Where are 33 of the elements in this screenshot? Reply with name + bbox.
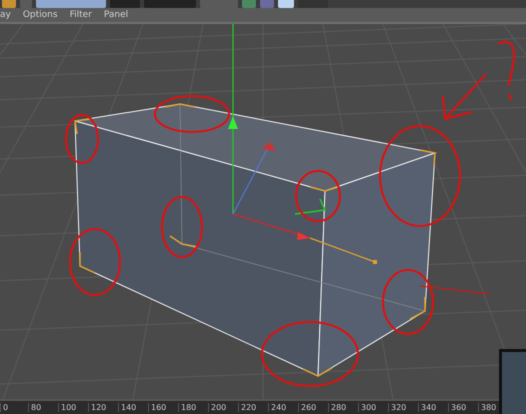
ruler-tick-label: 360	[448, 402, 478, 412]
ruler-tick-label: 0	[0, 402, 28, 412]
toolbar-icon[interactable]	[298, 0, 328, 8]
toolbar-icon[interactable]	[2, 0, 16, 8]
ruler-tick-label: 280	[328, 402, 358, 412]
ruler-tick-label: 180	[178, 402, 208, 412]
photo-placeholder	[499, 349, 526, 414]
ruler-tick-label: 300	[358, 402, 388, 412]
timeline-ruler[interactable]: 0 80 100 120 140 160 180 200 220 240 260 280 300 320 340 360 380	[0, 398, 499, 414]
menu-item[interactable]: ay	[0, 10, 11, 20]
toolbar-icon[interactable]	[278, 0, 294, 8]
ruler-tick-label: 140	[118, 402, 148, 412]
ruler-tick-label: 320	[388, 402, 418, 412]
menu-item[interactable]: Options	[22, 10, 58, 20]
toolbar-icon[interactable]	[110, 0, 140, 8]
toolbar-icon[interactable]	[36, 0, 106, 8]
ruler-tick-label: 220	[238, 402, 268, 412]
3d-viewport[interactable]	[0, 24, 526, 398]
toolbar-icon[interactable]	[200, 0, 238, 8]
toolbar-icon[interactable]	[144, 0, 196, 8]
toolbar-icon[interactable]	[242, 0, 256, 8]
toolbar-icon[interactable]	[260, 0, 274, 8]
ruler-tick-label: 200	[208, 402, 238, 412]
ruler-tick-label: 240	[268, 402, 298, 412]
ruler-tick-label: 120	[88, 402, 118, 412]
ruler-tick-label: 160	[148, 402, 178, 412]
ruler-tick-label: 80	[28, 402, 58, 412]
menu-item[interactable]: Panel	[104, 10, 128, 20]
toolbar-icon[interactable]	[20, 0, 32, 8]
menu-item[interactable]: Filter	[70, 10, 92, 20]
ruler-tick-label: 340	[418, 402, 448, 412]
ruler-tick-label: 100	[58, 402, 88, 412]
ruler-tick-label: 260	[298, 402, 328, 412]
